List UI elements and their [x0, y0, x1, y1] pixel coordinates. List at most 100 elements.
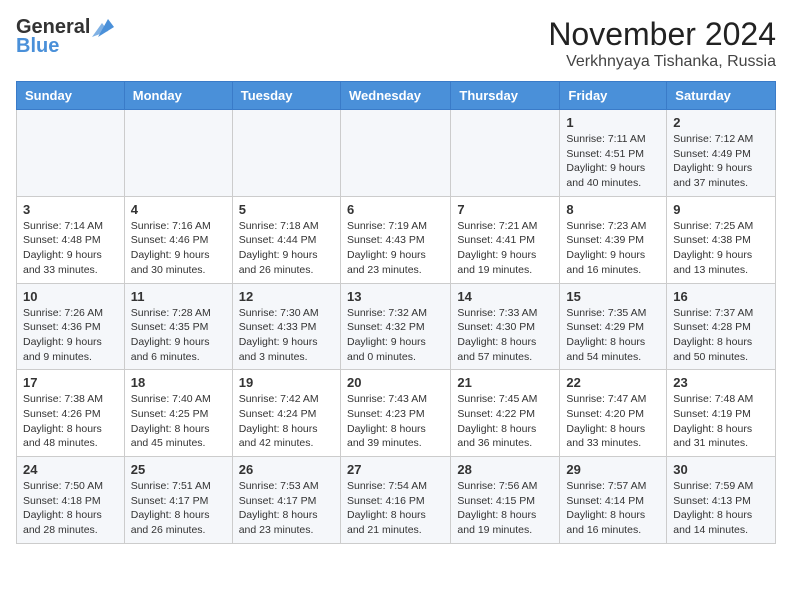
day-cell: 25 Sunrise: 7:51 AM Sunset: 4:17 PM Dayli…	[124, 457, 232, 544]
day-number: 20	[347, 375, 444, 390]
logo-blue-text: Blue	[16, 35, 59, 58]
day-number: 16	[673, 289, 769, 304]
day-number: 11	[131, 289, 226, 304]
day-cell: 20 Sunrise: 7:43 AM Sunset: 4:23 PM Dayli…	[340, 370, 450, 457]
day-info: Sunrise: 7:18 AM Sunset: 4:44 PM Dayligh…	[239, 219, 334, 278]
day-info: Sunrise: 7:54 AM Sunset: 4:16 PM Dayligh…	[347, 479, 444, 538]
day-info: Sunrise: 7:23 AM Sunset: 4:39 PM Dayligh…	[566, 219, 660, 278]
day-info: Sunrise: 7:28 AM Sunset: 4:35 PM Dayligh…	[131, 306, 226, 365]
day-cell: 26 Sunrise: 7:53 AM Sunset: 4:17 PM Dayli…	[232, 457, 340, 544]
day-cell	[340, 110, 450, 197]
day-cell: 14 Sunrise: 7:33 AM Sunset: 4:30 PM Dayli…	[451, 283, 560, 370]
day-info: Sunrise: 7:43 AM Sunset: 4:23 PM Dayligh…	[347, 392, 444, 451]
header: General Blue November 2024 Verkhnyaya Ti…	[16, 16, 776, 71]
day-header-friday: Friday	[560, 82, 667, 110]
day-cell: 5Sunrise: 7:18 AM Sunset: 4:44 PM Daylig…	[232, 196, 340, 283]
day-number: 27	[347, 462, 444, 477]
day-cell	[124, 110, 232, 197]
week-row-2: 3 Sunrise: 7:14 AM Sunset: 4:48 PM Daylig…	[17, 196, 776, 283]
day-info: Sunrise: 7:59 AM Sunset: 4:13 PM Dayligh…	[673, 479, 769, 538]
day-number: 4	[131, 202, 226, 217]
day-cell	[232, 110, 340, 197]
day-number: 28	[457, 462, 553, 477]
day-cell: 24 Sunrise: 7:50 AM Sunset: 4:18 PM Dayli…	[17, 457, 125, 544]
days-header-row: SundayMondayTuesdayWednesdayThursdayFrid…	[17, 82, 776, 110]
month-title: November 2024	[548, 16, 776, 53]
day-cell: 30 Sunrise: 7:59 AM Sunset: 4:13 PM Dayli…	[667, 457, 776, 544]
day-header-wednesday: Wednesday	[340, 82, 450, 110]
day-info: Sunrise: 7:42 AM Sunset: 4:24 PM Dayligh…	[239, 392, 334, 451]
day-cell: 9Sunrise: 7:25 AM Sunset: 4:38 PM Daylig…	[667, 196, 776, 283]
day-cell: 18Sunrise: 7:40 AM Sunset: 4:25 PM Dayli…	[124, 370, 232, 457]
day-number: 10	[23, 289, 118, 304]
day-number: 13	[347, 289, 444, 304]
day-header-tuesday: Tuesday	[232, 82, 340, 110]
day-cell: 29 Sunrise: 7:57 AM Sunset: 4:14 PM Dayli…	[560, 457, 667, 544]
day-info: Sunrise: 7:51 AM Sunset: 4:17 PM Dayligh…	[131, 479, 226, 538]
day-number: 18	[131, 375, 226, 390]
day-cell: 27 Sunrise: 7:54 AM Sunset: 4:16 PM Dayli…	[340, 457, 450, 544]
day-info: Sunrise: 7:21 AM Sunset: 4:41 PM Dayligh…	[457, 219, 553, 278]
day-number: 23	[673, 375, 769, 390]
day-info: Sunrise: 7:37 AM Sunset: 4:28 PM Dayligh…	[673, 306, 769, 365]
week-row-1: 1Sunrise: 7:11 AM Sunset: 4:51 PM Daylig…	[17, 110, 776, 197]
day-cell: 28 Sunrise: 7:56 AM Sunset: 4:15 PM Dayli…	[451, 457, 560, 544]
day-info: Sunrise: 7:26 AM Sunset: 4:36 PM Dayligh…	[23, 306, 118, 365]
day-number: 30	[673, 462, 769, 477]
day-number: 7	[457, 202, 553, 217]
day-cell: 12Sunrise: 7:30 AM Sunset: 4:33 PM Dayli…	[232, 283, 340, 370]
logo: General Blue	[16, 16, 114, 58]
week-row-5: 24 Sunrise: 7:50 AM Sunset: 4:18 PM Dayli…	[17, 457, 776, 544]
day-number: 21	[457, 375, 553, 390]
day-info: Sunrise: 7:53 AM Sunset: 4:17 PM Dayligh…	[239, 479, 334, 538]
day-number: 1	[566, 115, 660, 130]
day-cell: 3 Sunrise: 7:14 AM Sunset: 4:48 PM Daylig…	[17, 196, 125, 283]
day-cell: 23 Sunrise: 7:48 AM Sunset: 4:19 PM Dayli…	[667, 370, 776, 457]
day-cell: 17 Sunrise: 7:38 AM Sunset: 4:26 PM Dayli…	[17, 370, 125, 457]
day-header-saturday: Saturday	[667, 82, 776, 110]
day-info: Sunrise: 7:57 AM Sunset: 4:14 PM Dayligh…	[566, 479, 660, 538]
day-number: 22	[566, 375, 660, 390]
week-row-4: 17 Sunrise: 7:38 AM Sunset: 4:26 PM Dayli…	[17, 370, 776, 457]
day-info: Sunrise: 7:56 AM Sunset: 4:15 PM Dayligh…	[457, 479, 553, 538]
day-info: Sunrise: 7:19 AM Sunset: 4:43 PM Dayligh…	[347, 219, 444, 278]
day-number: 3	[23, 202, 118, 217]
day-number: 14	[457, 289, 553, 304]
day-number: 24	[23, 462, 118, 477]
day-cell: 2 Sunrise: 7:12 AM Sunset: 4:49 PM Daylig…	[667, 110, 776, 197]
day-cell: 1Sunrise: 7:11 AM Sunset: 4:51 PM Daylig…	[560, 110, 667, 197]
day-info: Sunrise: 7:12 AM Sunset: 4:49 PM Dayligh…	[673, 132, 769, 191]
day-info: Sunrise: 7:47 AM Sunset: 4:20 PM Dayligh…	[566, 392, 660, 451]
day-number: 6	[347, 202, 444, 217]
day-cell: 8 Sunrise: 7:23 AM Sunset: 4:39 PM Daylig…	[560, 196, 667, 283]
day-number: 25	[131, 462, 226, 477]
day-info: Sunrise: 7:48 AM Sunset: 4:19 PM Dayligh…	[673, 392, 769, 451]
logo-icon	[92, 19, 114, 37]
day-cell: 21 Sunrise: 7:45 AM Sunset: 4:22 PM Dayli…	[451, 370, 560, 457]
day-cell	[17, 110, 125, 197]
day-info: Sunrise: 7:33 AM Sunset: 4:30 PM Dayligh…	[457, 306, 553, 365]
day-number: 29	[566, 462, 660, 477]
day-info: Sunrise: 7:25 AM Sunset: 4:38 PM Dayligh…	[673, 219, 769, 278]
day-cell: 16 Sunrise: 7:37 AM Sunset: 4:28 PM Dayli…	[667, 283, 776, 370]
day-cell: 19 Sunrise: 7:42 AM Sunset: 4:24 PM Dayli…	[232, 370, 340, 457]
day-number: 26	[239, 462, 334, 477]
day-info: Sunrise: 7:14 AM Sunset: 4:48 PM Dayligh…	[23, 219, 118, 278]
day-header-thursday: Thursday	[451, 82, 560, 110]
calendar-table: SundayMondayTuesdayWednesdayThursdayFrid…	[16, 81, 776, 544]
day-info: Sunrise: 7:50 AM Sunset: 4:18 PM Dayligh…	[23, 479, 118, 538]
day-header-sunday: Sunday	[17, 82, 125, 110]
day-cell: 7 Sunrise: 7:21 AM Sunset: 4:41 PM Daylig…	[451, 196, 560, 283]
day-number: 8	[566, 202, 660, 217]
day-header-monday: Monday	[124, 82, 232, 110]
day-cell: 11 Sunrise: 7:28 AM Sunset: 4:35 PM Dayli…	[124, 283, 232, 370]
title-area: November 2024 Verkhnyaya Tishanka, Russi…	[548, 16, 776, 71]
day-info: Sunrise: 7:38 AM Sunset: 4:26 PM Dayligh…	[23, 392, 118, 451]
day-info: Sunrise: 7:45 AM Sunset: 4:22 PM Dayligh…	[457, 392, 553, 451]
day-number: 17	[23, 375, 118, 390]
day-number: 19	[239, 375, 334, 390]
day-cell	[451, 110, 560, 197]
day-number: 12	[239, 289, 334, 304]
day-number: 15	[566, 289, 660, 304]
day-number: 2	[673, 115, 769, 130]
